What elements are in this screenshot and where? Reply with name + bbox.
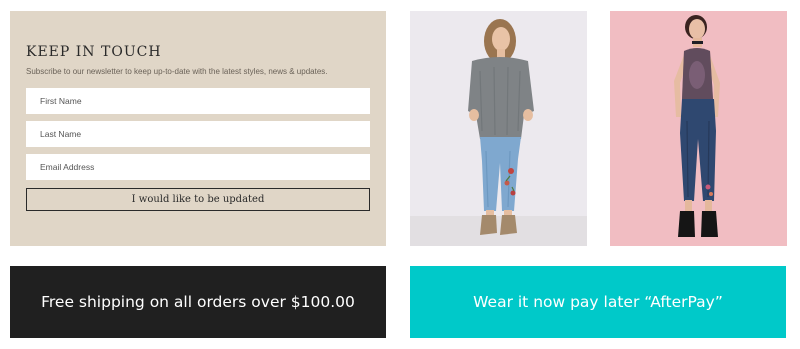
first-name-field[interactable] xyxy=(26,88,370,114)
free-shipping-text: Free shipping on all orders over $100.00 xyxy=(41,293,355,311)
model-mesh-top-jeans-photo[interactable] xyxy=(610,11,787,246)
model-grey-sweater-jeans-photo[interactable] xyxy=(410,11,587,246)
afterpay-banner[interactable]: Wear it now pay later “AfterPay” xyxy=(410,266,786,338)
subscribe-button[interactable]: I would like to be updated xyxy=(26,188,370,211)
email-field[interactable] xyxy=(26,154,370,180)
newsletter-title: KEEP IN TOUCH xyxy=(26,44,162,60)
afterpay-text: Wear it now pay later “AfterPay” xyxy=(473,293,723,311)
last-name-field[interactable] xyxy=(26,121,370,147)
newsletter-panel: KEEP IN TOUCH Subscribe to our newslette… xyxy=(10,11,386,246)
newsletter-subtitle: Subscribe to our newsletter to keep up-t… xyxy=(26,67,328,76)
free-shipping-banner[interactable]: Free shipping on all orders over $100.00 xyxy=(10,266,386,338)
